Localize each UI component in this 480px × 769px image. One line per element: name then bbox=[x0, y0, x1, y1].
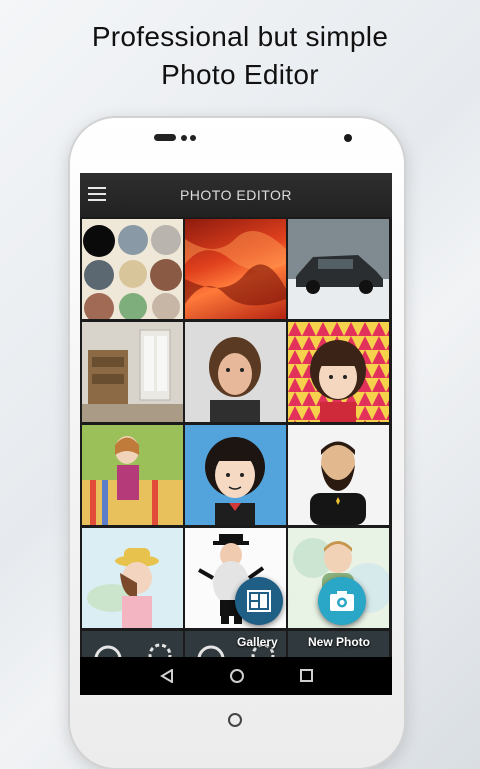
room-thumbnail bbox=[82, 322, 183, 422]
phone-sensor bbox=[181, 135, 187, 141]
photo-tile-cartoon-colorful[interactable] bbox=[82, 425, 183, 525]
app-screen: PHOTO EDITOR Gallery New Photo bbox=[80, 173, 392, 695]
recent-apps-icon[interactable] bbox=[300, 669, 313, 682]
photo-tile-cartoon-blue[interactable] bbox=[185, 425, 286, 525]
cartoon-colorful-thumbnail bbox=[82, 425, 183, 525]
promo-line-2: Photo Editor bbox=[161, 59, 319, 90]
photo-tile-cartoon-hat[interactable] bbox=[82, 528, 183, 628]
cartoon-hat-thumbnail bbox=[82, 528, 183, 628]
photo-tile-cartoon-triangles[interactable] bbox=[288, 322, 389, 422]
phone-speaker bbox=[154, 134, 176, 141]
home-icon[interactable] bbox=[230, 669, 244, 683]
new-photo-label: New Photo bbox=[308, 635, 370, 649]
gallery-button[interactable] bbox=[235, 577, 283, 625]
photo-tile-car-snow[interactable] bbox=[288, 219, 389, 319]
promo-headline: Professional but simple Photo Editor bbox=[0, 18, 480, 94]
app-title: PHOTO EDITOR bbox=[179, 187, 293, 203]
photo-tile-red-hair[interactable] bbox=[185, 219, 286, 319]
gallery-icon bbox=[247, 590, 271, 612]
front-camera bbox=[344, 134, 352, 142]
photo-tile-girl[interactable] bbox=[185, 322, 286, 422]
girl-thumbnail bbox=[185, 322, 286, 422]
cartoon-beard-thumbnail bbox=[288, 425, 389, 525]
red-hair-thumbnail bbox=[185, 231, 286, 306]
gallery-label: Gallery bbox=[237, 635, 278, 649]
app-bar: PHOTO EDITOR bbox=[80, 173, 392, 217]
camera-icon bbox=[330, 591, 354, 611]
collage-thumbnail bbox=[82, 219, 183, 319]
promo-line-1: Professional but simple bbox=[91, 21, 389, 52]
navigation-bar bbox=[80, 657, 392, 695]
photo-tile-cartoon-beard[interactable] bbox=[288, 425, 389, 525]
photo-tile-room[interactable] bbox=[82, 322, 183, 422]
car-snow-thumbnail bbox=[288, 219, 389, 319]
cartoon-triangles-thumbnail bbox=[288, 322, 389, 422]
cartoon-blue-thumbnail bbox=[185, 425, 286, 525]
phone-sensor bbox=[190, 135, 196, 141]
new-photo-button[interactable] bbox=[318, 577, 366, 625]
phone-home-button bbox=[228, 713, 242, 727]
photo-tile-collage[interactable] bbox=[82, 219, 183, 319]
back-icon[interactable] bbox=[160, 669, 174, 683]
